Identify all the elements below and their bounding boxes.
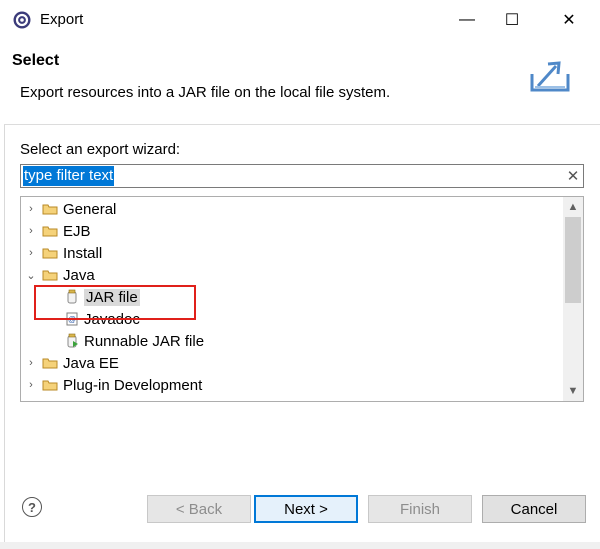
- tree-item-label: Runnable JAR file: [84, 332, 205, 350]
- folder-icon: [42, 358, 58, 369]
- help-icon[interactable]: ?: [22, 497, 42, 517]
- next-button[interactable]: Next >: [254, 495, 358, 523]
- finish-button[interactable]: Finish: [368, 495, 472, 523]
- clear-filter-icon[interactable]: ✕: [564, 166, 582, 186]
- eclipse-gear-icon: [12, 10, 32, 30]
- expand-chevron-icon[interactable]: ⌄: [24, 269, 38, 282]
- runnable-jar-icon: [67, 333, 78, 348]
- minimize-icon[interactable]: —: [452, 8, 482, 32]
- tree-item-label: Install: [63, 244, 103, 262]
- tree-item-plug-in-development[interactable]: › Plug-in Development: [24, 374, 204, 396]
- page-description: Export resources into a JAR file on the …: [20, 84, 391, 101]
- window-bottom-edge: [0, 542, 600, 549]
- back-button[interactable]: < Back: [147, 495, 251, 523]
- tree-item-label: Java: [63, 266, 95, 284]
- tree-item-runnable-jar-file[interactable]: Runnable JAR file: [24, 330, 204, 352]
- collapse-chevron-icon[interactable]: ›: [24, 225, 38, 237]
- tree-item-general[interactable]: › General: [24, 198, 204, 220]
- annotation-highlight-box: [34, 285, 196, 320]
- scroll-up-icon[interactable]: ▲: [563, 198, 583, 216]
- export-wizard-icon: [526, 52, 574, 96]
- wizard-banner: [4, 40, 600, 125]
- page-title: Select: [12, 52, 60, 69]
- window-title: Export: [40, 11, 84, 28]
- collapse-chevron-icon[interactable]: ›: [24, 247, 38, 259]
- folder-icon: [42, 248, 58, 259]
- maximize-icon[interactable]: ☐: [497, 8, 527, 32]
- scrollbar-thumb[interactable]: [565, 217, 581, 303]
- tree-item-java-ee[interactable]: › Java EE: [24, 352, 204, 374]
- collapse-chevron-icon[interactable]: ›: [24, 379, 38, 391]
- open-folder-icon: [42, 270, 58, 281]
- cancel-button[interactable]: Cancel: [482, 495, 586, 523]
- collapse-chevron-icon[interactable]: ›: [24, 357, 38, 369]
- folder-icon: [42, 204, 58, 215]
- scroll-down-icon[interactable]: ▼: [563, 382, 583, 400]
- folder-icon: [42, 226, 58, 237]
- tree-item-label: Java EE: [63, 354, 119, 372]
- tree-item-label: EJB: [63, 222, 91, 240]
- tree-item-label: General: [63, 200, 117, 218]
- tree-item-label: Plug-in Development: [63, 376, 203, 394]
- close-icon[interactable]: ✕: [554, 8, 584, 32]
- tree-item-java[interactable]: ⌄ Java: [24, 264, 204, 286]
- tree-item-ejb[interactable]: › EJB: [24, 220, 204, 242]
- wizard-list-label: Select an export wizard:: [20, 141, 181, 158]
- tree-item-install[interactable]: › Install: [24, 242, 204, 264]
- folder-icon: [42, 380, 58, 391]
- collapse-chevron-icon[interactable]: ›: [24, 203, 38, 215]
- filter-input-value[interactable]: type filter text: [23, 166, 115, 186]
